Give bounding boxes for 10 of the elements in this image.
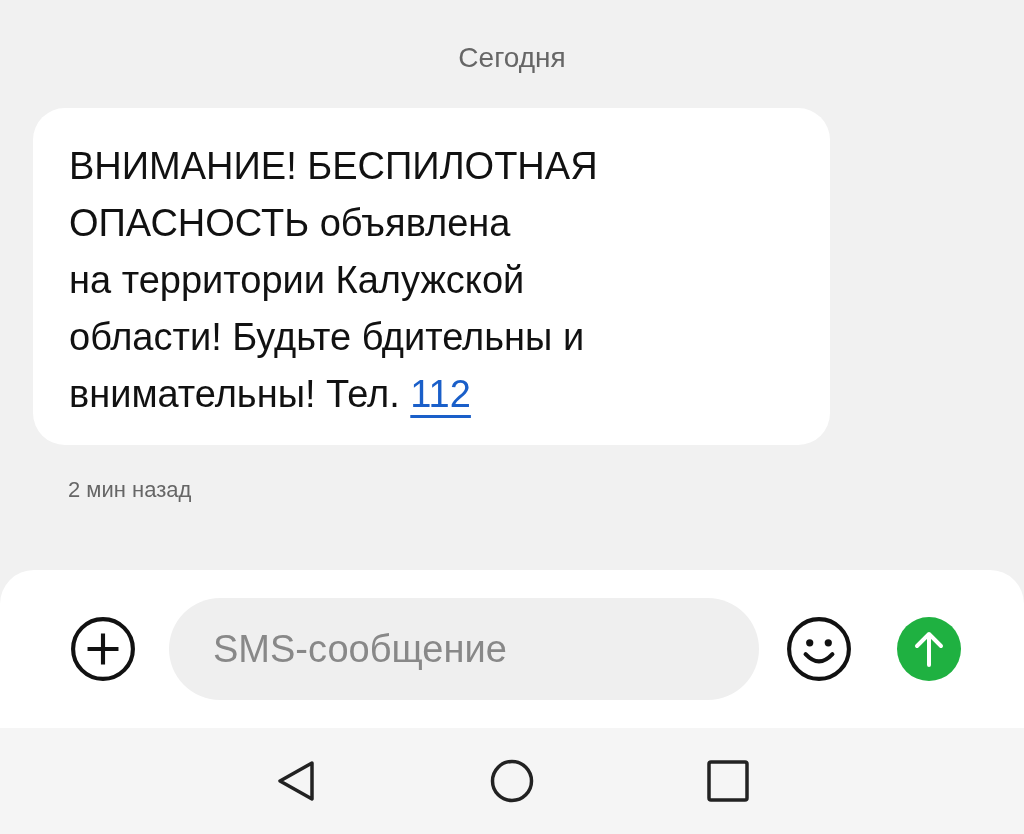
add-icon[interactable] [70, 616, 136, 682]
message-text: ВНИМАНИЕ! БЕСПИЛОТНАЯ ОПАСНОСТЬ объявлена на территории Калужской области! Будьте бдительны и внимательны! Тел. 112 [69, 144, 599, 417]
send-button[interactable] [897, 617, 961, 681]
date-header: Сегодня [458, 42, 566, 74]
message-time: 2 мин назад [68, 477, 192, 503]
message-input-field[interactable]: SMS-сообщение [169, 598, 759, 700]
home-icon[interactable] [490, 759, 534, 803]
recents-icon[interactable] [706, 759, 750, 803]
emoji-icon[interactable] [786, 616, 852, 682]
phone-link[interactable]: 112 [410, 373, 471, 415]
